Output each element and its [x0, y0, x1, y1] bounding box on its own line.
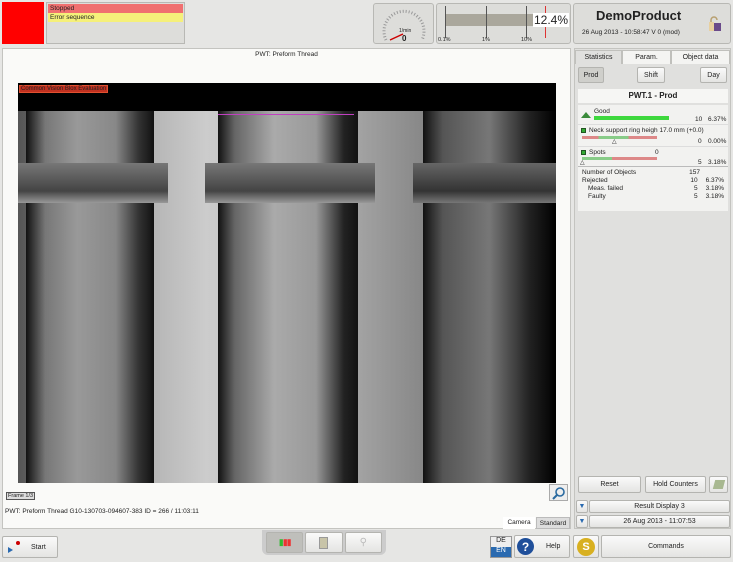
- gauge-value: 0: [402, 34, 407, 43]
- camera-title: PWT: Preform Thread: [255, 51, 318, 58]
- image-caption: PWT: Preform Thread G10-130703-094607-38…: [5, 508, 199, 515]
- spots-value: 0: [655, 149, 659, 156]
- magnifier-icon: [551, 486, 565, 500]
- result-display-dropdown-toggle[interactable]: ▼: [576, 500, 588, 513]
- spots-marker-icon: △: [580, 160, 585, 166]
- reject-bar-fill: [445, 14, 533, 26]
- good-bar: [594, 116, 669, 120]
- inspection-icon: ⚲: [359, 537, 367, 548]
- notepad-icon: [712, 480, 725, 489]
- summary-row: Rejected 10 6.37%: [582, 177, 724, 184]
- tick-label: 1%: [482, 37, 490, 43]
- start-button[interactable]: Start: [2, 536, 58, 558]
- neck-marker-icon: △: [612, 139, 617, 145]
- view-lights-button[interactable]: ▮▮▮: [266, 532, 304, 553]
- play-icon: [8, 541, 20, 553]
- frame-label: Frame 1/3: [6, 492, 36, 500]
- good-label: Good: [594, 108, 610, 115]
- neck-count: 0: [698, 138, 702, 145]
- spots-pct: 3.18%: [708, 159, 727, 166]
- summary-row: Faulty 5 3.18%: [588, 193, 724, 200]
- reset-button[interactable]: Reset: [578, 476, 641, 493]
- overlay-label: Common Vision Blox Evaluation: [19, 85, 109, 93]
- status-line-stopped: Stopped: [48, 4, 183, 13]
- help-icon: ?: [517, 538, 534, 555]
- spots-count: 5: [698, 159, 702, 166]
- view-switcher: ▮▮▮ ⚲: [262, 530, 386, 555]
- reject-rate-value: 12.4%: [533, 13, 570, 27]
- good-count: 10: [695, 116, 703, 123]
- tab-object-data[interactable]: Object data: [671, 50, 730, 64]
- stats-list: Good 10 6.37% Neck support ring heigh 17…: [578, 105, 728, 211]
- triangle-down-icon: ▼: [578, 503, 586, 510]
- start-label: Start: [31, 543, 46, 551]
- product-panel: DemoProduct 26 Aug 2013 - 10:58:47 V 0 (…: [573, 3, 731, 44]
- neck-label: Neck support ring heigh 17.0 mm (+0.0): [589, 127, 704, 134]
- status-indicator: [2, 2, 44, 44]
- neck-status-icon: [581, 128, 586, 133]
- result-display-select[interactable]: Result Display 3: [589, 500, 730, 513]
- tab-camera[interactable]: Camera: [503, 517, 535, 529]
- day-button[interactable]: Day: [700, 67, 727, 83]
- neck-pct: 0.00%: [708, 138, 727, 145]
- lang-en[interactable]: EN: [491, 547, 511, 557]
- document-icon: [319, 536, 329, 549]
- product-info: 26 Aug 2013 - 10:58:47 V 0 (mod): [582, 29, 680, 36]
- help-label: Help: [546, 543, 561, 550]
- speed-gauge: 1/min 0: [373, 3, 434, 44]
- tick-label: 0.1%: [438, 37, 451, 43]
- coin-icon: S: [577, 537, 595, 556]
- neck-bar: [582, 136, 657, 139]
- spots-label: Spots: [589, 149, 606, 156]
- result-date-select[interactable]: 26 Aug 2013 - 11:07:53: [589, 515, 730, 528]
- hold-counters-button[interactable]: Hold Counters: [645, 476, 706, 493]
- status-line-error: Error sequence: [48, 13, 183, 22]
- good-pct: 6.37%: [708, 116, 727, 123]
- product-name: DemoProduct: [596, 8, 682, 23]
- tab-standard[interactable]: Standard: [536, 517, 570, 529]
- spots-bar: [582, 157, 657, 160]
- shift-button[interactable]: Shift: [637, 67, 665, 83]
- tab-statistics[interactable]: Statistics: [575, 50, 622, 64]
- coin-button[interactable]: S: [573, 535, 599, 558]
- triangle-down-icon: ▼: [578, 518, 586, 525]
- commands-button[interactable]: Commands: [601, 535, 731, 558]
- tick-label: 10%: [521, 37, 533, 43]
- view-inspection-button[interactable]: ⚲: [344, 532, 382, 553]
- result-date-dropdown-toggle[interactable]: ▼: [576, 515, 588, 528]
- view-document-button[interactable]: [305, 532, 343, 553]
- status-panel: Stopped Error sequence: [46, 2, 185, 44]
- stats-title: PWT.1 - Prod: [578, 89, 728, 103]
- camera-panel: PWT: Preform Thread Common Vision Blox E…: [2, 48, 571, 529]
- unlocked-padlock-icon[interactable]: [708, 16, 721, 31]
- tab-param[interactable]: Param.: [622, 50, 671, 64]
- summary-row: Number of Objects 157: [582, 169, 700, 176]
- language-toggle[interactable]: DE EN: [490, 536, 512, 558]
- camera-image[interactable]: Common Vision Blox Evaluation: [18, 83, 556, 483]
- spots-status-icon: [581, 150, 586, 155]
- reject-rate-bar: 12.4% 0.1% 1% 10%: [436, 3, 571, 44]
- good-triangle-icon: [581, 112, 591, 118]
- prod-button[interactable]: Prod: [578, 67, 604, 83]
- zoom-button[interactable]: [549, 484, 568, 501]
- summary-row: Meas. failed 5 3.18%: [588, 185, 724, 192]
- export-button[interactable]: [709, 476, 728, 493]
- help-button[interactable]: ? Help: [514, 535, 570, 558]
- traffic-lights-icon: ▮▮▮: [278, 537, 292, 547]
- lang-de[interactable]: DE: [491, 537, 511, 547]
